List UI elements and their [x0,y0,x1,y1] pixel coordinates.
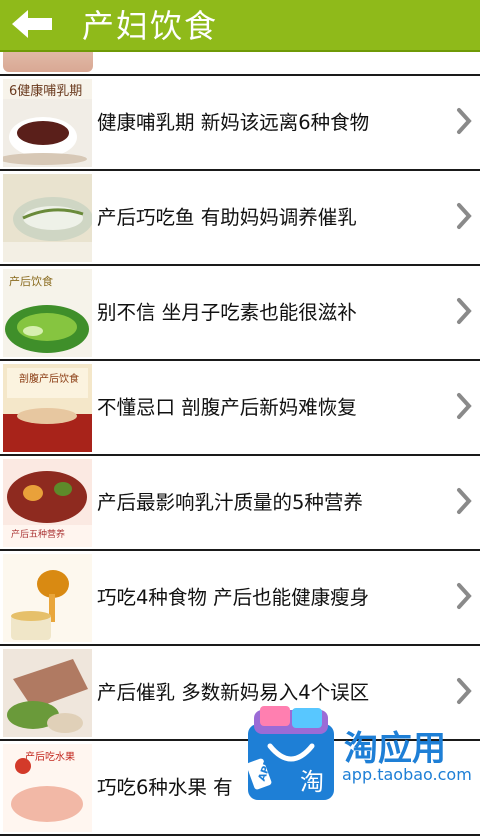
article-title: 不懂忌口 剖腹产后新妈难恢复 [97,396,357,419]
article-title: 健康哺乳期 新妈该远离6种食物 [97,111,370,134]
chevron-right-icon [457,678,472,704]
list-item[interactable]: 剖腹产后饮食 不懂忌口 剖腹产后新妈难恢复 [0,361,480,456]
article-thumbnail: 产后五种营养 [3,459,92,547]
chevron-right-icon [457,583,472,609]
list-item[interactable]: 巧吃4种食物 产后也能健康瘦身 [0,551,480,646]
article-title: 产后最影响乳汁质量的5种营养 [97,491,363,514]
thumb-caption: 产后饮食 [9,274,53,288]
chevron-right-icon [457,488,472,514]
list-item[interactable]: 产后饮食 别不信 坐月子吃素也能很滋补 [0,266,480,361]
article-title: 巧吃6种水果 有 [97,776,233,799]
thumb-caption: 剖腹产后饮食 [19,372,79,385]
article-thumbnail [3,649,92,737]
chevron-right-icon [457,298,472,324]
article-thumbnail [3,174,92,262]
article-title: 别不信 坐月子吃素也能很滋补 [97,301,357,324]
list-item[interactable]: 6健康哺乳期 健康哺乳期 新妈该远离6种食物 [0,76,480,171]
article-thumbnail [3,52,93,72]
top-bar: 产妇饮食 [0,0,480,52]
article-thumbnail [3,554,92,642]
chevron-right-icon [457,108,472,134]
chevron-right-icon [457,393,472,419]
page-title: 产妇饮食 [82,7,219,45]
list-item[interactable]: 产后巧吃鱼 有助妈妈调养催乳 [0,171,480,266]
article-thumbnail: 剖腹产后饮食 [3,364,92,452]
article-title: 巧吃4种食物 产后也能健康瘦身 [97,586,370,609]
article-title: 产后巧吃鱼 有助妈妈调养催乳 [97,206,357,229]
chevron-right-icon [457,203,472,229]
list-item[interactable]: 产后五种营养 产后最影响乳汁质量的5种营养 [0,456,480,551]
thumb-caption: 6健康哺乳期 [9,83,82,99]
taobao-app-badge[interactable]: APP 淘 淘应用 app.taobao.com [242,704,478,800]
badge-glyph: 淘 [300,768,324,796]
thumb-caption: 产后五种营养 [11,528,65,540]
badge-url: app.taobao.com [342,765,472,784]
article-thumbnail: 产后吃水果 [3,744,92,832]
badge-name: 淘应用 [344,729,446,769]
thumb-caption: 产后吃水果 [25,750,75,763]
article-thumbnail: 6健康哺乳期 [3,79,92,167]
list-item-partial-top[interactable] [0,52,480,76]
article-thumbnail: 产后饮食 [3,269,92,357]
back-arrow-icon[interactable] [12,8,56,40]
